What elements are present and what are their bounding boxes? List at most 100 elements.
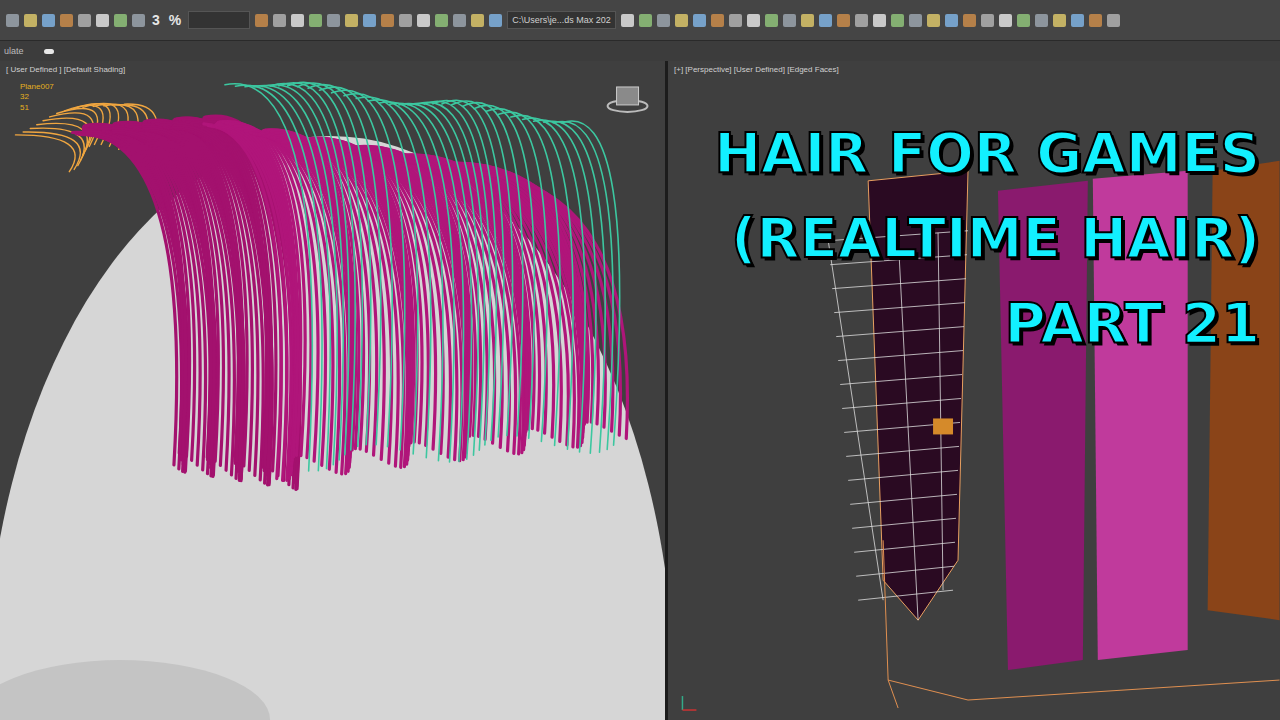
viewcube-icon[interactable] xyxy=(608,87,648,112)
tool-icon[interactable] xyxy=(999,14,1012,27)
guide-strand xyxy=(23,132,80,169)
tool-icon[interactable] xyxy=(963,14,976,27)
tool-icon[interactable] xyxy=(891,14,904,27)
title-line: PART 21 xyxy=(1005,289,1260,356)
hair-strand xyxy=(454,165,598,424)
guide-strand xyxy=(390,103,464,461)
guide-strand xyxy=(463,103,523,436)
tool-icon[interactable] xyxy=(273,14,286,27)
tool-icon[interactable] xyxy=(621,14,634,27)
guide-strand xyxy=(379,102,454,462)
ribbon-bar: ulate xyxy=(0,41,1280,61)
tool-icon[interactable] xyxy=(1071,14,1084,27)
tool-icon[interactable] xyxy=(96,14,109,27)
toolbar-toggle[interactable]: 3 xyxy=(150,12,162,28)
guide-strand xyxy=(433,100,497,440)
tool-icon[interactable] xyxy=(471,14,484,27)
tool-icon[interactable] xyxy=(255,14,268,27)
tool-icon[interactable] xyxy=(363,14,376,27)
tool-icon[interactable] xyxy=(1035,14,1048,27)
toggle-icon[interactable] xyxy=(44,49,54,54)
guide-strand xyxy=(15,135,75,172)
tool-icon[interactable] xyxy=(417,14,430,27)
selection-set-dropdown[interactable] xyxy=(188,11,250,29)
viewport-label[interactable]: [+] [Perspective] [User Defined] [Edged … xyxy=(674,65,1274,74)
guide-strand xyxy=(344,94,418,454)
guide-strand xyxy=(499,112,561,445)
stat-line: 51 xyxy=(20,103,659,113)
guide-strand xyxy=(270,84,349,455)
tool-icon[interactable] xyxy=(675,14,688,27)
tool-icon[interactable] xyxy=(489,14,502,27)
viewport-label[interactable]: [ User Defined ] [Default Shading] xyxy=(6,65,659,74)
guide-strand xyxy=(534,120,596,453)
tool-icon[interactable] xyxy=(837,14,850,27)
tool-icon[interactable] xyxy=(819,14,832,27)
guide-strand xyxy=(288,82,363,446)
guide-strand xyxy=(486,109,547,442)
guide-strand xyxy=(544,121,605,452)
guide-strand xyxy=(474,105,534,438)
tool-icon[interactable] xyxy=(60,14,73,27)
tool-icon[interactable] xyxy=(1107,14,1120,27)
hair-strand xyxy=(217,123,296,465)
main-toolbar: 3% C:\Users\je...ds Max 202 xyxy=(0,0,1280,41)
project-path-field[interactable]: C:\Users\je...ds Max 202 xyxy=(507,11,616,29)
tool-icon[interactable] xyxy=(801,14,814,27)
stat-line: 32 xyxy=(20,92,659,102)
tool-icon[interactable] xyxy=(291,14,304,27)
tool-icon[interactable] xyxy=(729,14,742,27)
guide-strand xyxy=(424,101,490,445)
tool-icon[interactable] xyxy=(453,14,466,27)
tool-icon[interactable] xyxy=(1089,14,1102,27)
tool-icon[interactable] xyxy=(981,14,994,27)
tool-icon[interactable] xyxy=(873,14,886,27)
tool-icon[interactable] xyxy=(909,14,922,27)
tool-icon[interactable] xyxy=(1053,14,1066,27)
tool-icon[interactable] xyxy=(747,14,760,27)
guide-strand xyxy=(308,85,381,445)
guide-strand xyxy=(368,100,443,461)
tool-icon[interactable] xyxy=(132,14,145,27)
tool-icon[interactable] xyxy=(42,14,55,27)
toolbar-toggle[interactable]: % xyxy=(167,12,183,28)
title-line: (REALTIME HAIR) xyxy=(731,204,1260,271)
tool-icon[interactable] xyxy=(345,14,358,27)
tool-icon[interactable] xyxy=(927,14,940,27)
tool-icon[interactable] xyxy=(855,14,868,27)
tool-icon[interactable] xyxy=(435,14,448,27)
guide-strand xyxy=(562,121,620,445)
tool-icon[interactable] xyxy=(945,14,958,27)
tool-icon[interactable] xyxy=(114,14,127,27)
tool-icon[interactable] xyxy=(783,14,796,27)
guide-strand xyxy=(262,85,343,460)
tool-icon[interactable] xyxy=(639,14,652,27)
guide-strand xyxy=(452,101,513,436)
bounding-lines xyxy=(883,540,1279,708)
ribbon-label[interactable]: ulate xyxy=(4,46,24,56)
title-line: HAIR FOR GAMES xyxy=(714,119,1260,186)
tool-icon[interactable] xyxy=(78,14,91,27)
guide-strand xyxy=(399,104,471,459)
tool-icon[interactable] xyxy=(765,14,778,27)
guide-strand xyxy=(332,90,405,450)
viewport-left[interactable]: [ User Defined ] [Default Shading] Plane0… xyxy=(0,61,665,720)
tool-icon[interactable] xyxy=(6,14,19,27)
guide-strand xyxy=(279,83,355,450)
gizmo-icon[interactable] xyxy=(933,418,953,434)
stats-overlay: Plane0073251 xyxy=(6,82,659,113)
tool-icon[interactable] xyxy=(399,14,412,27)
guide-strand xyxy=(356,97,431,458)
thumbnail-title: HAIR FOR GAMES (REALTIME HAIR) PART 21 xyxy=(714,119,1260,357)
tool-icon[interactable] xyxy=(24,14,37,27)
tool-icon[interactable] xyxy=(327,14,340,27)
tool-icon[interactable] xyxy=(711,14,724,27)
guide-strand xyxy=(442,100,504,437)
tool-icon[interactable] xyxy=(309,14,322,27)
tool-icon[interactable] xyxy=(1017,14,1030,27)
tool-icon[interactable] xyxy=(381,14,394,27)
tool-icon[interactable] xyxy=(657,14,670,27)
guide-strand xyxy=(553,121,613,449)
card-wireframe xyxy=(828,231,968,620)
tool-icon[interactable] xyxy=(693,14,706,27)
